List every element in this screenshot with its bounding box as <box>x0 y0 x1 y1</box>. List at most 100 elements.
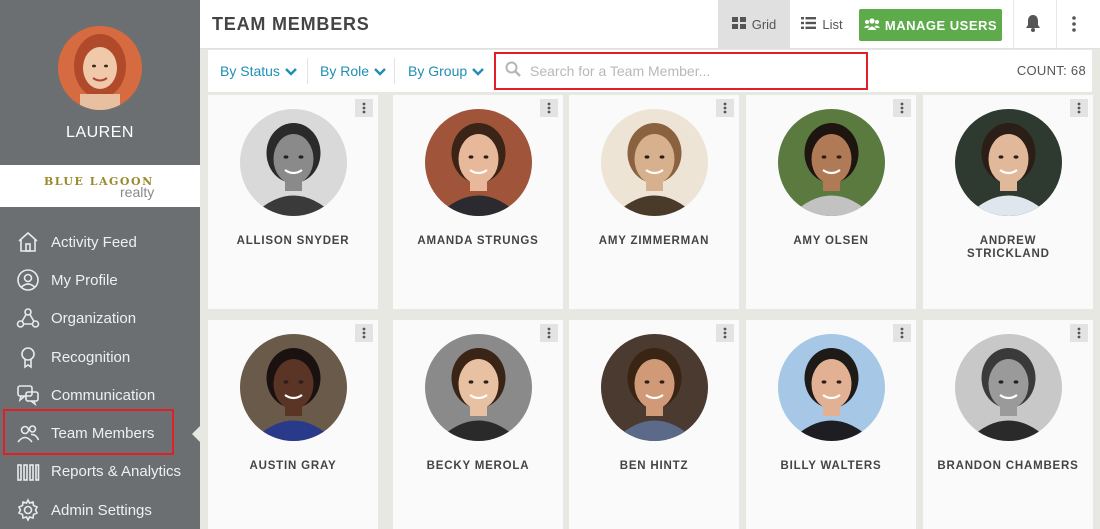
filter-by-group[interactable]: By Group <box>408 50 484 92</box>
team-member-card[interactable]: ALLISON SNYDER <box>208 95 378 309</box>
member-name: AMY OLSEN <box>793 235 869 247</box>
member-photo[interactable] <box>955 109 1062 216</box>
card-menu-icon[interactable] <box>355 324 373 342</box>
sidebar-item-team-members[interactable]: Team Members <box>0 409 200 456</box>
member-name: ALLISON SNYDER <box>236 235 350 247</box>
card-menu-icon[interactable] <box>716 324 734 342</box>
sidebar-item-label: Reports & Analytics <box>51 463 182 481</box>
sidebar-item-label: Communication <box>51 386 156 404</box>
card-menu-icon[interactable] <box>355 99 373 117</box>
chevron-down-icon <box>472 63 484 79</box>
team-member-card[interactable]: AMY OLSEN <box>746 95 916 309</box>
list-view-button[interactable]: List <box>792 0 852 49</box>
card-menu-icon[interactable] <box>1070 99 1088 117</box>
avatar[interactable] <box>58 26 142 110</box>
user-name: LAUREN <box>66 124 134 141</box>
team-member-card[interactable]: AUSTIN GRAY <box>208 320 378 529</box>
users-icon <box>863 17 880 33</box>
card-menu-icon[interactable] <box>893 99 911 117</box>
team-member-card[interactable]: AMANDA STRUNGS <box>393 95 563 309</box>
more-options-icon[interactable] <box>1070 15 1078 38</box>
filter-label: By Status <box>220 63 280 79</box>
chevron-down-icon <box>374 63 386 79</box>
list-label: List <box>822 17 843 32</box>
sidebar: LAUREN BLUE LAGOON realty Activity Feed … <box>0 0 200 529</box>
bell-icon[interactable] <box>1025 14 1041 37</box>
filter-by-role[interactable]: By Role <box>320 50 386 92</box>
sidebar-item-label: Organization <box>51 310 137 328</box>
member-name: AUSTIN GRAY <box>249 460 337 472</box>
header-divider <box>1056 0 1057 49</box>
member-name: ANDREW STRICKLAND <box>967 235 1050 260</box>
team-member-card[interactable]: BECKY MEROLA <box>393 320 563 529</box>
gear-icon <box>16 498 40 523</box>
member-photo[interactable] <box>778 334 885 441</box>
member-name: BECKY MEROLA <box>426 460 530 472</box>
sidebar-item-reports-analytics[interactable]: Reports & Analytics <box>0 453 200 491</box>
team-member-card[interactable]: ANDREW STRICKLAND <box>923 95 1093 309</box>
home-icon <box>16 230 40 254</box>
filter-divider <box>394 58 395 84</box>
search-icon <box>505 61 521 82</box>
member-photo[interactable] <box>240 109 347 216</box>
grid-label: Grid <box>751 17 777 32</box>
sidebar-item-recognition[interactable]: Recognition <box>0 338 200 376</box>
bar-chart-icon <box>16 460 40 484</box>
sidebar-item-label: Recognition <box>51 348 131 366</box>
page-title: TEAM MEMBERS <box>212 14 370 34</box>
list-icon <box>801 17 817 32</box>
header-divider <box>1013 0 1014 49</box>
award-ribbon-icon <box>16 345 40 369</box>
card-menu-icon[interactable] <box>1070 324 1088 342</box>
sidebar-item-activity-feed[interactable]: Activity Feed <box>0 223 200 261</box>
member-photo[interactable] <box>778 109 885 216</box>
team-member-card[interactable]: BRANDON CHAMBERS <box>923 320 1093 529</box>
top-header: TEAM MEMBERS Grid List MANAGE USERS <box>200 0 1100 49</box>
manage-users-button[interactable]: MANAGE USERS <box>859 9 1002 41</box>
team-member-card[interactable]: BILLY WALTERS <box>746 320 916 529</box>
team-member-card[interactable]: AMY ZIMMERMAN <box>569 95 739 309</box>
member-photo[interactable] <box>601 334 708 441</box>
member-name: BRANDON CHAMBERS <box>937 460 1079 472</box>
card-menu-icon[interactable] <box>893 324 911 342</box>
manage-users-label: MANAGE USERS <box>884 17 998 33</box>
search-input[interactable] <box>530 63 850 79</box>
sidebar-item-admin-settings[interactable]: Admin Settings <box>0 491 200 529</box>
card-menu-icon[interactable] <box>540 99 558 117</box>
brand-line-2: realty <box>120 184 155 200</box>
member-photo[interactable] <box>425 334 532 441</box>
sidebar-item-label: Admin Settings <box>51 501 152 519</box>
member-photo[interactable] <box>955 334 1062 441</box>
search-box[interactable] <box>494 52 868 90</box>
member-photo[interactable] <box>601 109 708 216</box>
member-photo[interactable] <box>240 334 347 441</box>
organization-icon <box>16 307 40 331</box>
sidebar-item-label: Activity Feed <box>51 233 137 251</box>
team-member-card[interactable]: BEN HINTZ <box>569 320 739 529</box>
filter-label: By Role <box>320 63 370 79</box>
brand-logo: BLUE LAGOON realty <box>0 165 200 207</box>
filter-divider <box>307 58 308 84</box>
user-circle-icon <box>16 268 40 292</box>
sidebar-item-my-profile[interactable]: My Profile <box>0 261 200 299</box>
active-highlight <box>3 409 174 456</box>
grid-icon <box>731 17 746 32</box>
profile-panel: LAUREN <box>0 0 200 165</box>
sidebar-item-label: My Profile <box>51 271 118 289</box>
filter-by-status[interactable]: By Status <box>220 50 297 92</box>
chat-bubbles-icon <box>16 383 40 407</box>
filter-bar: By Status By Role By Group COUNT: 68 <box>208 50 1092 92</box>
card-menu-icon[interactable] <box>540 324 558 342</box>
member-name: BEN HINTZ <box>619 460 689 472</box>
grid-view-button[interactable]: Grid <box>718 0 790 49</box>
filter-label: By Group <box>408 63 468 79</box>
member-name: BILLY WALTERS <box>780 460 882 472</box>
member-count: COUNT: 68 <box>1016 63 1086 78</box>
chevron-down-icon <box>285 63 297 79</box>
sidebar-item-organization[interactable]: Organization <box>0 300 200 338</box>
member-name: AMY ZIMMERMAN <box>598 235 710 247</box>
card-menu-icon[interactable] <box>716 99 734 117</box>
member-name: AMANDA STRUNGS <box>417 235 539 247</box>
sidebar-nav: Activity Feed My Profile Organization Re… <box>0 223 200 529</box>
member-photo[interactable] <box>425 109 532 216</box>
